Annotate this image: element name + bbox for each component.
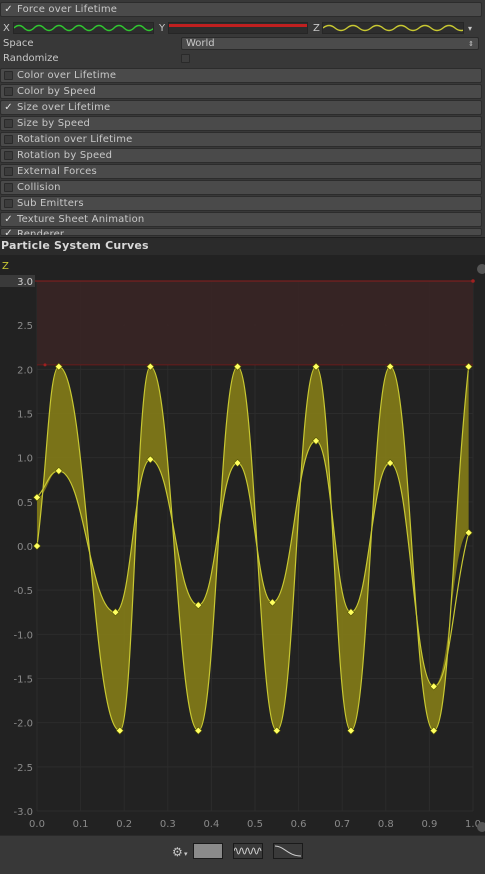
module-label: Rotation by Speed xyxy=(17,150,113,161)
module-force-over-lifetime[interactable]: ✓ Force over Lifetime xyxy=(0,2,482,17)
x-tick-label: 0.9 xyxy=(421,819,437,830)
curves-window-header: Particle System Curves xyxy=(0,237,485,256)
x-tick-label: 0.2 xyxy=(116,819,132,830)
x-tick-label: 0.5 xyxy=(247,819,263,830)
y-curve-field[interactable] xyxy=(168,22,308,34)
z-curve-field[interactable] xyxy=(322,22,464,34)
y-tick-label: 0.5 xyxy=(17,498,33,509)
x-curve-field[interactable] xyxy=(13,22,154,34)
module-label: Sub Emitters xyxy=(17,198,84,209)
checkbox[interactable] xyxy=(4,119,13,128)
y-tick-label: 0.0 xyxy=(17,542,33,553)
curve-range-fill xyxy=(37,366,469,731)
preset-flat-curve[interactable] xyxy=(193,843,223,859)
checkbox-check-icon[interactable]: ✓ xyxy=(4,215,13,225)
dropdown-arrows-icon: ⇕ xyxy=(468,39,474,48)
dropdown-arrow-icon[interactable]: ▾ xyxy=(184,850,188,858)
x-tick-label: 0.6 xyxy=(291,819,307,830)
space-value: World xyxy=(186,38,215,49)
curve-name-label: Z xyxy=(2,261,9,272)
randomize-toggle[interactable] xyxy=(181,54,190,63)
module-label: Force over Lifetime xyxy=(17,4,118,15)
module-label: Size over Lifetime xyxy=(17,102,111,113)
gear-icon[interactable]: ⚙ xyxy=(172,845,183,859)
checkbox[interactable] xyxy=(4,183,13,192)
module-row[interactable]: Collision xyxy=(0,180,482,195)
y-tick-label: 2.5 xyxy=(17,321,33,332)
module-label: Rotation over Lifetime xyxy=(17,134,133,145)
curve-keyframe xyxy=(33,542,41,550)
curves-window-title: Particle System Curves xyxy=(1,239,149,252)
x-tick-label: 0.8 xyxy=(378,819,394,830)
module-row[interactable]: Color over Lifetime xyxy=(0,68,482,83)
module-row[interactable]: Size by Speed xyxy=(0,116,482,131)
y-tick-label: 1.0 xyxy=(17,454,33,465)
checkbox[interactable] xyxy=(4,135,13,144)
curve-chart[interactable]: 3.0 2.5 2.0 1.5 1.0 0.5 0.0 -0.5 -1.0 -1.5 -2.0 -2.… xyxy=(0,255,485,835)
x-tick-label: 0.1 xyxy=(73,819,89,830)
space-label: Space xyxy=(3,38,34,49)
x-tick-label: 0.7 xyxy=(334,819,350,830)
module-label: Renderer xyxy=(17,229,65,236)
module-row[interactable]: External Forces xyxy=(0,164,482,179)
checkbox-check-icon[interactable]: ✓ xyxy=(4,5,13,15)
module-row[interactable]: ✓ Renderer xyxy=(0,228,482,236)
x-axis-label: X xyxy=(3,23,10,34)
module-row[interactable]: Rotation by Speed xyxy=(0,148,482,163)
randomize-label: Randomize xyxy=(3,53,59,64)
checkbox-check-icon[interactable]: ✓ xyxy=(4,103,13,113)
module-label: Size by Speed xyxy=(17,118,91,129)
checkbox[interactable] xyxy=(4,199,13,208)
y-tick-label: -0.5 xyxy=(13,586,33,597)
module-label: External Forces xyxy=(17,166,97,177)
y-tick-label: -2.0 xyxy=(13,719,33,730)
module-label: Color by Speed xyxy=(17,86,96,97)
preset-ease-curve[interactable] xyxy=(273,843,303,859)
curve-editor[interactable]: 3.0 2.5 2.0 1.5 1.0 0.5 0.0 -0.5 -1.0 -1.5 -2.0 -2.… xyxy=(0,255,485,835)
y-axis-label: Y xyxy=(159,23,166,34)
range-handle xyxy=(43,363,47,367)
checkbox-check-icon[interactable]: ✓ xyxy=(4,229,13,235)
preset-wave-curve[interactable] xyxy=(233,843,263,859)
curve-max-line xyxy=(36,366,470,732)
module-row[interactable]: Color by Speed xyxy=(0,84,482,99)
space-dropdown[interactable]: World ⇕ xyxy=(181,37,479,50)
checkbox[interactable] xyxy=(4,151,13,160)
y-tick-label: -2.5 xyxy=(13,763,33,774)
scroll-handle-top xyxy=(477,264,485,274)
module-label: Texture Sheet Animation xyxy=(17,214,145,225)
y-tick-label: -1.0 xyxy=(13,630,33,641)
checkbox[interactable] xyxy=(4,71,13,80)
x-tick-label: 0.3 xyxy=(160,819,176,830)
y-tick-label: -1.5 xyxy=(13,675,33,686)
module-row[interactable]: ✓ Texture Sheet Animation xyxy=(0,212,482,227)
z-axis-label: Z xyxy=(313,23,320,34)
module-label: Color over Lifetime xyxy=(17,70,117,81)
y-tick-label: -3.0 xyxy=(13,807,33,818)
range-highlight xyxy=(37,281,473,365)
y-tick-label: 1.5 xyxy=(17,410,33,421)
checkbox[interactable] xyxy=(4,87,13,96)
module-row[interactable]: ✓ Size over Lifetime xyxy=(0,100,482,115)
curve-dropdown-icon[interactable]: ▾ xyxy=(468,24,472,33)
module-row[interactable]: Sub Emitters xyxy=(0,196,482,211)
module-row[interactable]: Rotation over Lifetime xyxy=(0,132,482,147)
y-tick-label: 2.0 xyxy=(17,365,33,376)
y-tick-label: 3.0 xyxy=(17,277,33,288)
y-max-handle xyxy=(471,279,475,283)
module-label: Collision xyxy=(17,182,61,193)
x-tick-label: 0.4 xyxy=(203,819,219,830)
checkbox[interactable] xyxy=(4,167,13,176)
x-tick-label: 0.0 xyxy=(29,819,45,830)
